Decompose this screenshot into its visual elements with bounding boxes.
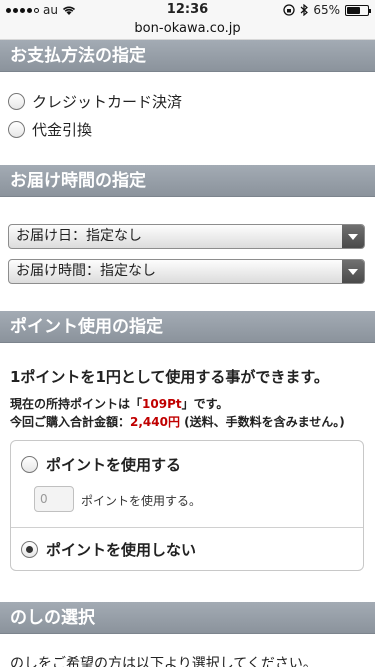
- purchase-total-value: 2,440円: [130, 415, 180, 429]
- current-points-value: 109Pt: [142, 397, 182, 411]
- points-amount-input[interactable]: 0: [34, 486, 74, 512]
- radio-button[interactable]: [8, 93, 25, 110]
- status-bar: au 12:36 65%: [0, 0, 375, 20]
- points-section-title: ポイント使用の指定: [0, 311, 375, 343]
- points-input-suffix: ポイントを使用する。: [81, 494, 202, 508]
- delivery-time-value: お届け時間：指定なし: [16, 263, 156, 279]
- radio-button-checked[interactable]: [21, 541, 38, 558]
- payment-option-label: クレジットカード決済: [32, 93, 183, 111]
- chevron-down-icon: [342, 260, 364, 283]
- noshi-section-title: のしの選択: [0, 602, 375, 634]
- payment-option-label: 代金引換: [32, 121, 93, 139]
- use-points-option[interactable]: ポイントを使用する: [21, 454, 181, 475]
- status-right: 65%: [283, 3, 371, 17]
- use-points-label: ポイントを使用する: [46, 456, 182, 474]
- divider: [11, 527, 363, 528]
- noshi-instructions: のしをご希望の方は以下より選択してください。: [10, 656, 317, 667]
- url-bar[interactable]: bon-okawa.co.jp: [0, 20, 375, 40]
- rotation-lock-icon: [283, 4, 295, 16]
- battery-percent: 65%: [313, 3, 340, 17]
- delivery-time-select[interactable]: お届け時間：指定なし: [8, 259, 365, 284]
- points-intro: 1ポイントを1円として使用する事ができます。: [10, 368, 329, 386]
- battery-icon: [345, 4, 371, 16]
- bluetooth-icon: [300, 4, 309, 16]
- no-points-label: ポイントを使用しない: [46, 541, 197, 559]
- delivery-section-title: お届け時間の指定: [0, 165, 375, 197]
- payment-option-cod[interactable]: 代金引換: [8, 119, 92, 140]
- radio-button[interactable]: [8, 121, 25, 138]
- delivery-date-select[interactable]: お届け日：指定なし: [8, 224, 365, 249]
- radio-button[interactable]: [21, 456, 38, 473]
- purchase-total-line: 今回ご購入合計金額：2,440円 (送料、手数料を含みません。): [10, 415, 345, 429]
- no-points-option[interactable]: ポイントを使用しない: [21, 539, 196, 560]
- payment-section-title: お支払方法の指定: [0, 40, 375, 72]
- points-option-box: ポイントを使用する 0 ポイントを使用する。 ポイントを使用しない: [10, 440, 364, 571]
- delivery-date-value: お届け日：指定なし: [16, 228, 142, 244]
- chevron-down-icon: [342, 225, 364, 248]
- current-points-line: 現在の所持ポイントは「109Pt」です。: [10, 397, 229, 411]
- payment-option-credit[interactable]: クレジットカード決済: [8, 91, 182, 112]
